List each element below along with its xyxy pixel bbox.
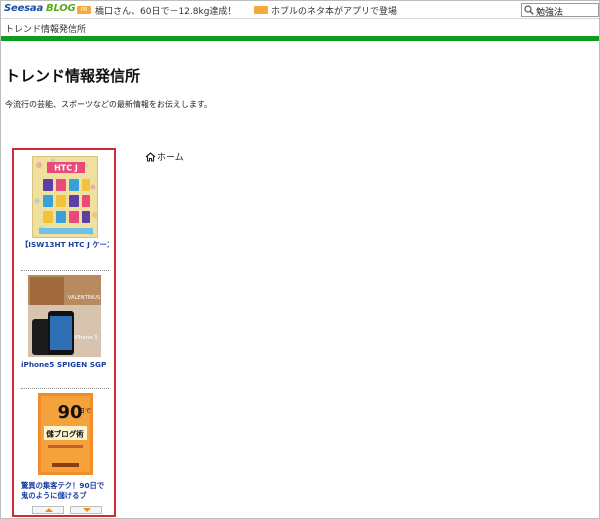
seesaa-blog-logo[interactable]: Seesaa BLOG: [4, 3, 76, 14]
pr-tag-icon: PR: [77, 6, 91, 14]
site-sub-bar: トレンド情報発信所: [1, 19, 599, 36]
site-description: 今流行の芸能、スポーツなどの最新情報をお伝えします。: [5, 100, 213, 109]
product-item-1[interactable]: 【ISW13HT HTC J ケース】リボンカラージェリ: [21, 240, 109, 250]
widget-pager: [32, 506, 102, 514]
green-divider: [1, 36, 599, 41]
product-item-2[interactable]: iPhone5 SPIGEN SGP Valentinus ヴァ: [21, 360, 109, 370]
product-item-3[interactable]: 驚異の集客テク！90日で鬼のように儲けるブ: [21, 481, 109, 501]
search-icon: [524, 5, 534, 15]
product-image-blog-book[interactable]: 90 日で 儲ブログ術: [38, 393, 93, 475]
product-image-label: HTC J: [54, 164, 78, 173]
book-subtitle: 儲ブログ術: [46, 429, 84, 439]
site-name-link[interactable]: トレンド情報発信所: [5, 22, 86, 35]
pager-down-button[interactable]: [70, 506, 102, 514]
pager-up-button[interactable]: [32, 506, 64, 514]
news-link-2[interactable]: ホブルのネタ本がアプリで登場: [271, 4, 397, 17]
item-divider: [21, 388, 109, 389]
phone-model-label: iPhone 5: [74, 335, 98, 341]
home-link-text: ホーム: [157, 153, 184, 163]
book-unit: 日で: [79, 408, 91, 415]
product-caption-3[interactable]: 驚異の集客テク！90日で鬼のように儲けるブ: [21, 481, 109, 501]
brand-label: VALENTINUS: [68, 295, 100, 301]
logo-blog-text: BLOG: [46, 3, 76, 14]
logo-seesaa-text: Seesaa: [4, 3, 44, 14]
home-icon: [145, 151, 156, 162]
product-widget: HTC J 【ISW13HT HTC J ケース】リボンカラージェリ VALEN…: [12, 148, 116, 517]
page-title[interactable]: トレンド情報発信所: [5, 65, 140, 86]
pr-tag-icon: [254, 6, 268, 14]
seesaa-top-bar: Seesaa BLOG PR 橋口さん、60日で－12.8kg達成！ ホブルのネタ…: [1, 1, 599, 19]
product-caption-2[interactable]: iPhone5 SPIGEN SGP Valentinus ヴァ: [21, 360, 109, 370]
product-image-htc-case[interactable]: HTC J: [32, 156, 98, 238]
item-divider: [21, 270, 109, 271]
search-query: 勉強法: [536, 8, 564, 18]
product-caption-1[interactable]: 【ISW13HT HTC J ケース】リボンカラージェリ: [21, 240, 109, 250]
news-link-1[interactable]: 橋口さん、60日で－12.8kg達成！: [95, 4, 236, 17]
product-image-iphone5-case[interactable]: VALENTINUS iPhone 5: [28, 275, 101, 357]
search-input[interactable]: 勉強法: [521, 3, 599, 18]
breadcrumb-home[interactable]: ホーム: [145, 150, 184, 163]
